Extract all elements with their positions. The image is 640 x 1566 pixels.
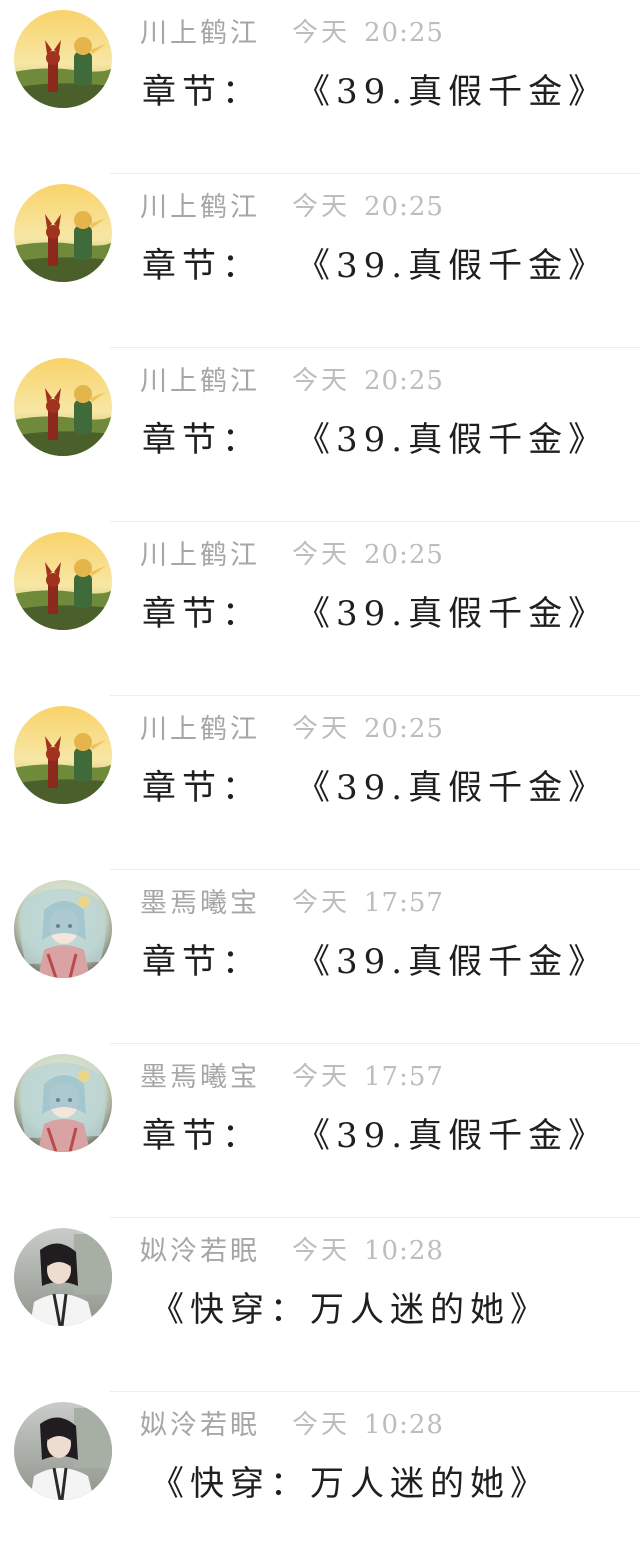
- comment-text: 章节： 《39.真假千金》: [142, 406, 602, 466]
- timestamp-day: 今天: [292, 365, 351, 396]
- chapter-title[interactable]: 《39.真假千金》: [296, 64, 608, 113]
- anime-girl-avatar[interactable]: [14, 1054, 112, 1152]
- little-prince-avatar[interactable]: [14, 706, 112, 804]
- chapter-title[interactable]: 《39.真假千金》: [296, 760, 608, 809]
- timestamp-time: 20:25: [364, 365, 444, 396]
- username[interactable]: 墨焉曦宝: [140, 1055, 260, 1094]
- comment-item[interactable]: 姒泠若眠 今天 10:28 《快穿：万人迷的她》: [0, 1218, 640, 1392]
- timestamp-time: 20:25: [364, 191, 444, 222]
- comment-meta: 川上鹤江 今天 20:25: [140, 356, 444, 400]
- comment-text: 章节： 《39.真假千金》: [142, 754, 602, 814]
- timestamp-time: 20:25: [364, 17, 444, 48]
- comment-item[interactable]: 川上鹤江 今天 20:25 章节： 《39.真假千金》: [0, 522, 640, 696]
- little-prince-avatar[interactable]: [14, 532, 112, 630]
- comment-meta: 川上鹤江 今天 20:25: [140, 8, 444, 52]
- username[interactable]: 川上鹤江: [140, 359, 260, 398]
- comment-item[interactable]: 墨焉曦宝 今天 17:57 章节： 《39.真假千金》: [0, 1044, 640, 1218]
- timestamp: 今天 10:28: [292, 1404, 444, 1441]
- comment-meta: 墨焉曦宝 今天 17:57: [140, 878, 444, 922]
- username[interactable]: 川上鹤江: [140, 707, 260, 746]
- chapter-label: 章节：: [142, 593, 262, 634]
- little-prince-avatar[interactable]: [14, 10, 112, 108]
- timestamp: 今天 20:25: [292, 534, 444, 571]
- timestamp-day: 今天: [292, 17, 351, 48]
- comment-meta: 川上鹤江 今天 20:25: [140, 182, 444, 226]
- username[interactable]: 川上鹤江: [140, 533, 260, 572]
- comment-item[interactable]: 川上鹤江 今天 20:25 章节： 《39.真假千金》: [0, 348, 640, 522]
- timestamp-day: 今天: [292, 1235, 351, 1266]
- comment-text: 《快穿：万人迷的她》: [150, 1276, 560, 1336]
- chapter-label: 章节：: [142, 419, 262, 460]
- timestamp-time: 10:28: [364, 1409, 444, 1440]
- timestamp-day: 今天: [292, 887, 351, 918]
- timestamp: 今天 20:25: [292, 708, 444, 745]
- comment-text: 章节： 《39.真假千金》: [142, 928, 602, 988]
- chapter-title[interactable]: 《39.真假千金》: [296, 238, 608, 287]
- timestamp-day: 今天: [292, 1409, 351, 1440]
- timestamp-time: 10:28: [364, 1235, 444, 1266]
- timestamp-day: 今天: [292, 191, 351, 222]
- photo-girl-avatar[interactable]: [14, 1228, 112, 1326]
- comment-text: 章节： 《39.真假千金》: [142, 58, 602, 118]
- comment-text: 章节： 《39.真假千金》: [142, 580, 602, 640]
- anime-girl-avatar[interactable]: [14, 880, 112, 978]
- chapter-label: 章节：: [142, 245, 262, 286]
- timestamp-time: 20:25: [364, 539, 444, 570]
- timestamp-time: 17:57: [364, 887, 444, 918]
- timestamp: 今天 20:25: [292, 12, 444, 49]
- book-title[interactable]: 《快穿：万人迷的她》: [150, 1282, 550, 1331]
- little-prince-avatar[interactable]: [14, 184, 112, 282]
- comment-meta: 川上鹤江 今天 20:25: [140, 704, 444, 748]
- timestamp-time: 20:25: [364, 713, 444, 744]
- timestamp-day: 今天: [292, 713, 351, 744]
- book-title[interactable]: 《快穿：万人迷的她》: [150, 1456, 550, 1505]
- comment-meta: 姒泠若眠 今天 10:28: [140, 1400, 444, 1444]
- comment-text: 章节： 《39.真假千金》: [142, 232, 602, 292]
- chapter-label: 章节：: [142, 1115, 262, 1156]
- comment-item[interactable]: 川上鹤江 今天 20:25 章节： 《39.真假千金》: [0, 174, 640, 348]
- comment-item[interactable]: 墨焉曦宝 今天 17:57 章节： 《39.真假千金》: [0, 870, 640, 1044]
- timestamp-time: 17:57: [364, 1061, 444, 1092]
- username[interactable]: 姒泠若眠: [140, 1403, 260, 1442]
- chapter-title[interactable]: 《39.真假千金》: [296, 934, 608, 983]
- timestamp: 今天 20:25: [292, 360, 444, 397]
- timestamp-day: 今天: [292, 539, 351, 570]
- chapter-label: 章节：: [142, 941, 262, 982]
- chapter-title[interactable]: 《39.真假千金》: [296, 1108, 608, 1157]
- chapter-label: 章节：: [142, 71, 262, 112]
- username[interactable]: 川上鹤江: [140, 185, 260, 224]
- comment-meta: 墨焉曦宝 今天 17:57: [140, 1052, 444, 1096]
- chapter-title[interactable]: 《39.真假千金》: [296, 412, 608, 461]
- comment-item[interactable]: 川上鹤江 今天 20:25 章节： 《39.真假千金》: [0, 0, 640, 174]
- username[interactable]: 川上鹤江: [140, 11, 260, 50]
- timestamp-day: 今天: [292, 1061, 351, 1092]
- chapter-label: 章节：: [142, 767, 262, 808]
- comment-meta: 川上鹤江 今天 20:25: [140, 530, 444, 574]
- little-prince-avatar[interactable]: [14, 358, 112, 456]
- timestamp: 今天 17:57: [292, 1056, 444, 1093]
- username[interactable]: 墨焉曦宝: [140, 881, 260, 920]
- timestamp: 今天 17:57: [292, 882, 444, 919]
- comment-meta: 姒泠若眠 今天 10:28: [140, 1226, 444, 1270]
- comment-feed: 川上鹤江 今天 20:25 章节： 《39.真假千金》 川上鹤江 今天 20:2…: [0, 0, 640, 1540]
- timestamp: 今天 10:28: [292, 1230, 444, 1267]
- photo-girl-avatar[interactable]: [14, 1402, 112, 1500]
- comment-text: 章节： 《39.真假千金》: [142, 1102, 602, 1162]
- username[interactable]: 姒泠若眠: [140, 1229, 260, 1268]
- comment-text: 《快穿：万人迷的她》: [150, 1450, 560, 1510]
- comment-item[interactable]: 川上鹤江 今天 20:25 章节： 《39.真假千金》: [0, 696, 640, 870]
- timestamp: 今天 20:25: [292, 186, 444, 223]
- chapter-title[interactable]: 《39.真假千金》: [296, 586, 608, 635]
